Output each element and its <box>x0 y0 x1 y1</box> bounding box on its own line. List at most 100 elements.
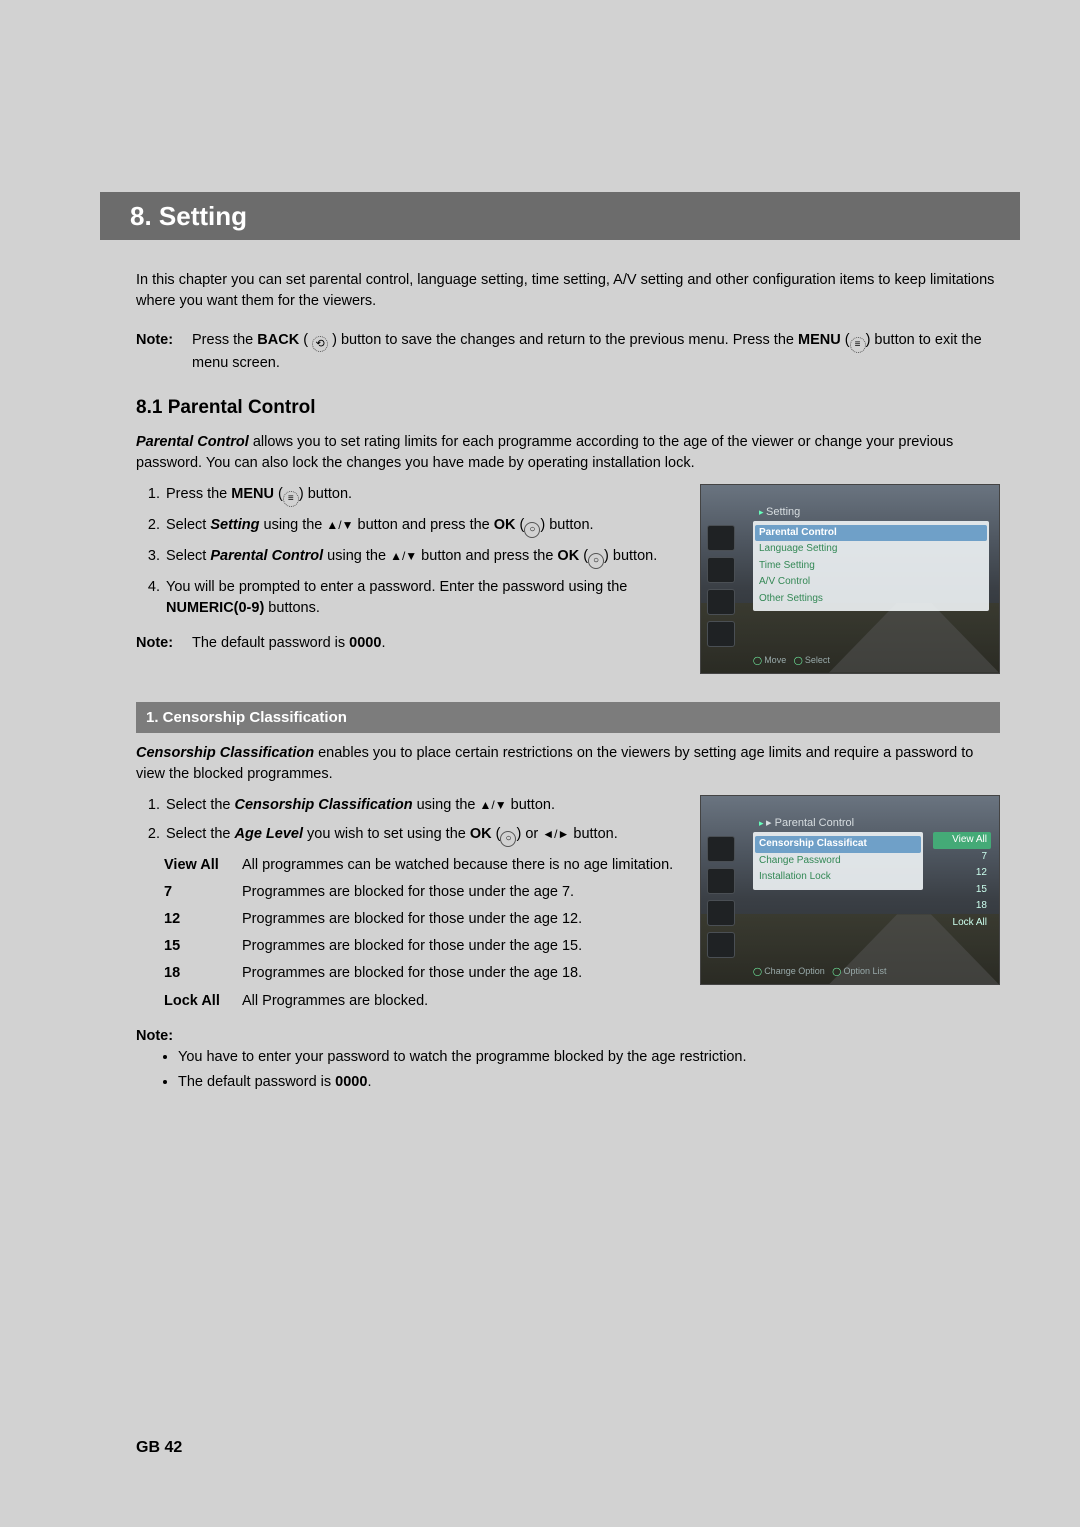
osd-col: Setting Parental Control Language Settin… <box>700 484 1000 684</box>
ok-icon <box>588 553 604 569</box>
age-val: Programmes are blocked for those under t… <box>242 909 680 930</box>
cc-step-1: Select the Censorship Classification usi… <box>164 795 680 816</box>
steps-col: Press the MENU () button. Select Setting… <box>136 484 680 674</box>
txt: you wish to set using the <box>303 826 470 842</box>
osd-opt: View All <box>933 832 991 849</box>
osd-item: Installation Lock <box>759 869 917 886</box>
osd-opt: 15 <box>933 882 991 899</box>
cc-note-label: Note: <box>136 1026 1000 1047</box>
age-key: 18 <box>164 963 242 984</box>
osd-hint: Change Option <box>753 966 825 976</box>
txt: The default password is <box>192 635 349 651</box>
age-key: Lock All <box>164 991 242 1012</box>
pw-note: Note: The default password is 0000. <box>136 633 680 654</box>
txt: Select <box>166 517 210 533</box>
chapter-header: 8. Setting <box>100 192 1020 240</box>
osd-opt: 18 <box>933 898 991 915</box>
osd-opt: 7 <box>933 849 991 866</box>
txt: buttons. <box>264 600 320 616</box>
age-val: All Programmes are blocked. <box>242 991 680 1012</box>
age-row: View AllAll programmes can be watched be… <box>164 855 680 876</box>
osd-item: Language Setting <box>759 541 983 558</box>
lead-term: Censorship Classification <box>136 745 314 761</box>
page-number: GB 42 <box>136 1439 182 1457</box>
chapter-title: 8. Setting <box>130 201 247 232</box>
intro-text: In this chapter you can set parental con… <box>136 270 1000 312</box>
osd-opt: Lock All <box>933 915 991 932</box>
txt: . <box>367 1074 371 1090</box>
steps-and-osd: Press the MENU () button. Select Setting… <box>136 484 1000 684</box>
up-down-icon: ▲/▼ <box>390 549 417 563</box>
age-key: 15 <box>164 936 242 957</box>
up-down-icon: ▲/▼ <box>326 518 353 532</box>
osd-menu-panel: Parental Control Language Setting Time S… <box>753 521 989 612</box>
cc-steps: Select the Censorship Classification usi… <box>136 795 680 847</box>
osd-footer: Change Option Option List <box>753 965 989 978</box>
osd-item: Other Settings <box>759 591 983 608</box>
osd-opt: 12 <box>933 865 991 882</box>
osd-right-panel: View All 7 12 15 18 Lock All <box>933 832 991 931</box>
age-row: 7Programmes are blocked for those under … <box>164 882 680 903</box>
age-val: Programmes are blocked for those under t… <box>242 963 680 984</box>
osd-item: Censorship Classificat <box>755 836 921 853</box>
txt: You will be prompted to enter a password… <box>166 579 627 595</box>
age-row: Lock AllAll Programmes are blocked. <box>164 991 680 1012</box>
cc-two-col: Select the Censorship Classification usi… <box>136 795 1000 1017</box>
step-1: Press the MENU () button. <box>164 484 680 507</box>
age-val: Programmes are blocked for those under t… <box>242 882 680 903</box>
txt: . <box>381 635 385 651</box>
numeric-key: NUMERIC(0-9) <box>166 600 264 616</box>
osd-side-icons <box>707 836 743 964</box>
manual-page: 8. Setting In this chapter you can set p… <box>0 0 1080 1527</box>
cc-note-item: You have to enter your password to watch… <box>178 1047 1000 1068</box>
osd-hint: Move <box>753 655 786 665</box>
ok-key: OK <box>557 548 579 564</box>
osd-footer: Move Select <box>753 654 989 667</box>
cc-step-2: Select the Age Level you wish to set usi… <box>164 824 680 847</box>
term: Censorship Classification <box>235 797 413 813</box>
txt: Select the <box>166 797 235 813</box>
osd-side-icons <box>707 525 743 653</box>
default-pw: 0000 <box>335 1074 367 1090</box>
age-val: All programmes can be watched because th… <box>242 855 680 876</box>
txt: Press the <box>192 332 257 348</box>
cc-note-list: You have to enter your password to watch… <box>136 1047 1000 1093</box>
age-key: View All <box>164 855 242 876</box>
note-body: The default password is 0000. <box>192 633 680 654</box>
back-icon <box>312 336 328 352</box>
osd-title: ▸ Parental Control <box>759 816 854 832</box>
osd-title: Setting <box>759 505 800 521</box>
osd-left-panel: Censorship Classificat Change Password I… <box>753 832 923 890</box>
cc-note-item: The default password is 0000. <box>178 1072 1000 1093</box>
cc-lead: Censorship Classification enables you to… <box>136 743 1000 785</box>
menu-key: MENU <box>231 486 274 502</box>
subsection-bar: 1. Censorship Classification <box>136 702 1000 734</box>
txt: allows you to set rating limits for each… <box>136 434 953 471</box>
osd-item: A/V Control <box>759 574 983 591</box>
txt: or <box>521 826 542 842</box>
osd-setting-screenshot: Setting Parental Control Language Settin… <box>700 484 1000 674</box>
ok-icon <box>500 831 516 847</box>
note-body: Press the BACK ( ) button to save the ch… <box>192 330 1000 374</box>
age-level-table: View AllAll programmes can be watched be… <box>164 855 680 1011</box>
note-label: Note: <box>136 330 192 374</box>
age-key: 12 <box>164 909 242 930</box>
txt: using the <box>259 517 326 533</box>
txt: Press the <box>166 486 231 502</box>
txt: button. <box>545 517 593 533</box>
txt: button and press the <box>354 517 494 533</box>
default-pw: 0000 <box>349 635 381 651</box>
menu-icon <box>283 491 299 507</box>
txt: Parental Control <box>775 817 855 829</box>
page-content: In this chapter you can set parental con… <box>136 270 1000 1097</box>
term: Age Level <box>235 826 304 842</box>
top-note: Note: Press the BACK ( ) button to save … <box>136 330 1000 374</box>
cc-right: ▸ Parental Control Censorship Classifica… <box>700 795 1000 995</box>
section-heading: 8.1 Parental Control <box>136 394 1000 422</box>
steps-list: Press the MENU () button. Select Setting… <box>136 484 680 619</box>
txt: button. <box>569 826 617 842</box>
ok-icon <box>524 522 540 538</box>
step-4: You will be prompted to enter a password… <box>164 577 680 619</box>
up-down-icon: ▲/▼ <box>480 798 507 812</box>
osd-item: Time Setting <box>759 558 983 575</box>
